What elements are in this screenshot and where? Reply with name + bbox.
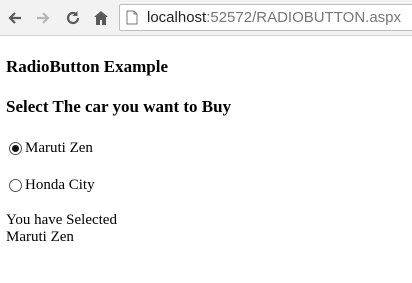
- result-label: You have Selected: [6, 212, 117, 228]
- radio-option-maruti-zen[interactable]: Maruti Zen: [9, 140, 93, 157]
- back-icon[interactable]: [6, 9, 24, 27]
- radio-button-unchecked[interactable]: [9, 179, 22, 192]
- radio-label: Honda City: [25, 177, 95, 193]
- url-host: localhost: [147, 9, 207, 26]
- url-path: :52572/RADIOBUTTON.aspx: [206, 9, 401, 26]
- radio-option-honda-city[interactable]: Honda City: [9, 177, 95, 194]
- url-text[interactable]: localhost:52572/RADIOBUTTON.aspx: [147, 9, 401, 26]
- address-bar[interactable]: localhost:52572/RADIOBUTTON.aspx: [119, 4, 412, 31]
- result-value: Maruti Zen: [6, 229, 74, 245]
- reload-icon[interactable]: [64, 9, 82, 27]
- home-icon[interactable]: [92, 9, 110, 27]
- browser-toolbar: localhost:52572/RADIOBUTTON.aspx: [0, 0, 412, 36]
- selection-result: You have Selected Maruti Zen: [6, 212, 117, 246]
- page-title: RadioButton Example: [6, 57, 168, 76]
- radio-button-checked[interactable]: [9, 142, 22, 155]
- page-icon: [126, 10, 138, 25]
- radio-label: Maruti Zen: [25, 140, 93, 156]
- section-heading: Select The car you want to Buy: [6, 97, 232, 116]
- forward-icon[interactable]: [34, 9, 52, 27]
